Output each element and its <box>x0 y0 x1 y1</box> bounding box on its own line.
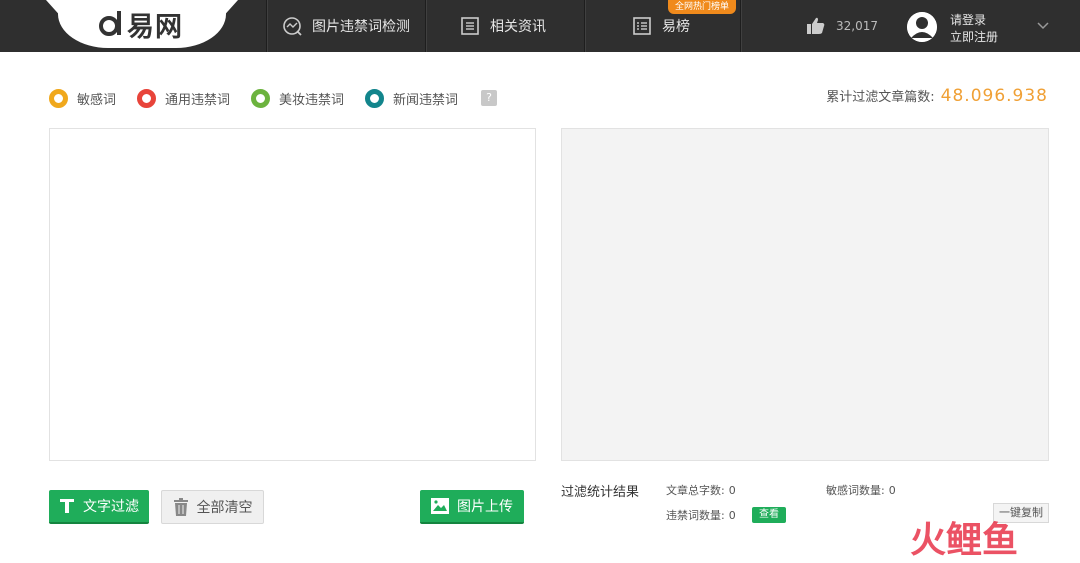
filter-result-area <box>561 128 1049 461</box>
legend-dot-icon <box>365 88 385 108</box>
legend-sensitive: 敏感词 <box>49 88 117 108</box>
nav-label: 图片违禁词检测 <box>312 19 410 35</box>
nav-divider <box>584 0 585 52</box>
nav-label: 易榜 <box>662 19 690 35</box>
text-input-area[interactable] <box>49 128 536 461</box>
like-button[interactable]: 32,017 <box>806 0 878 52</box>
text-filter-button[interactable]: 文字过滤 <box>49 490 149 524</box>
button-label: 文字过滤 <box>83 499 139 515</box>
word-category-legend: 敏感词 通用违禁词 美妆违禁词 新闻违禁词 ? <box>49 88 498 108</box>
legend-general-banned: 通用违禁词 <box>137 88 231 108</box>
login-link[interactable]: 请登录 <box>950 12 998 29</box>
stats-title: 过滤统计结果 <box>561 485 640 500</box>
nav-item-news[interactable]: 相关资讯 <box>460 0 546 52</box>
help-icon[interactable]: ? <box>481 90 498 106</box>
top-navigation-bar: 易网 图片违禁词检测 相关资讯 全网热门榜单 易榜 32,017 请登录 立即注… <box>0 0 1080 52</box>
register-link[interactable]: 立即注册 <box>950 29 998 46</box>
list-icon <box>633 17 651 35</box>
legend-dot-icon <box>137 88 157 108</box>
nav-divider <box>740 0 741 52</box>
auth-links: 请登录 立即注册 <box>950 12 998 46</box>
text-t-icon <box>60 499 74 513</box>
legend-label: 新闻违禁词 <box>393 92 459 108</box>
filtered-articles-counter: 累计过滤文章篇数: 48.096.938 <box>826 86 1048 106</box>
stat-sensitive-count: 敏感词数量: 0 <box>826 484 896 497</box>
trash-icon <box>173 498 188 516</box>
logo-mark-icon <box>99 11 121 36</box>
nav-divider <box>425 0 426 52</box>
watermark-logo: 火鲤鱼 <box>910 520 1019 561</box>
legend-dot-icon <box>251 88 271 108</box>
thumbs-up-icon <box>807 17 825 34</box>
legend-label: 敏感词 <box>77 92 117 108</box>
image-icon <box>431 498 449 514</box>
chevron-down-icon[interactable] <box>1036 21 1050 31</box>
legend-dot-icon <box>49 88 68 108</box>
logo-text: 易网 <box>127 11 183 43</box>
image-upload-button[interactable]: 图片上传 <box>420 490 524 524</box>
nav-item-image-check[interactable]: 图片违禁词检测 <box>282 0 410 52</box>
clear-all-button[interactable]: 全部清空 <box>161 490 264 524</box>
counter-label: 累计过滤文章篇数: <box>826 90 935 105</box>
nav-label: 相关资讯 <box>490 19 546 35</box>
image-scan-icon <box>283 17 302 36</box>
nav-item-ranking[interactable]: 易榜 <box>632 0 690 52</box>
legend-news-banned: 新闻违禁词 <box>365 88 459 108</box>
user-icon <box>907 12 937 42</box>
nav-divider <box>266 0 267 52</box>
legend-label: 通用违禁词 <box>165 92 231 108</box>
stat-total-chars: 文章总字数: 0 <box>666 484 736 497</box>
like-count: 32,017 <box>836 19 878 33</box>
legend-beauty-banned: 美妆违禁词 <box>251 88 345 108</box>
view-banned-button[interactable]: 查看 <box>752 507 786 523</box>
button-label: 图片上传 <box>457 499 513 515</box>
legend-label: 美妆违禁词 <box>279 92 345 108</box>
counter-value: 48.096.938 <box>940 86 1048 106</box>
user-avatar[interactable] <box>907 12 937 42</box>
news-icon <box>461 17 479 35</box>
stat-banned-count: 违禁词数量: 0 <box>666 509 736 522</box>
site-logo[interactable]: 易网 <box>98 7 183 43</box>
button-label: 全部清空 <box>196 500 253 516</box>
